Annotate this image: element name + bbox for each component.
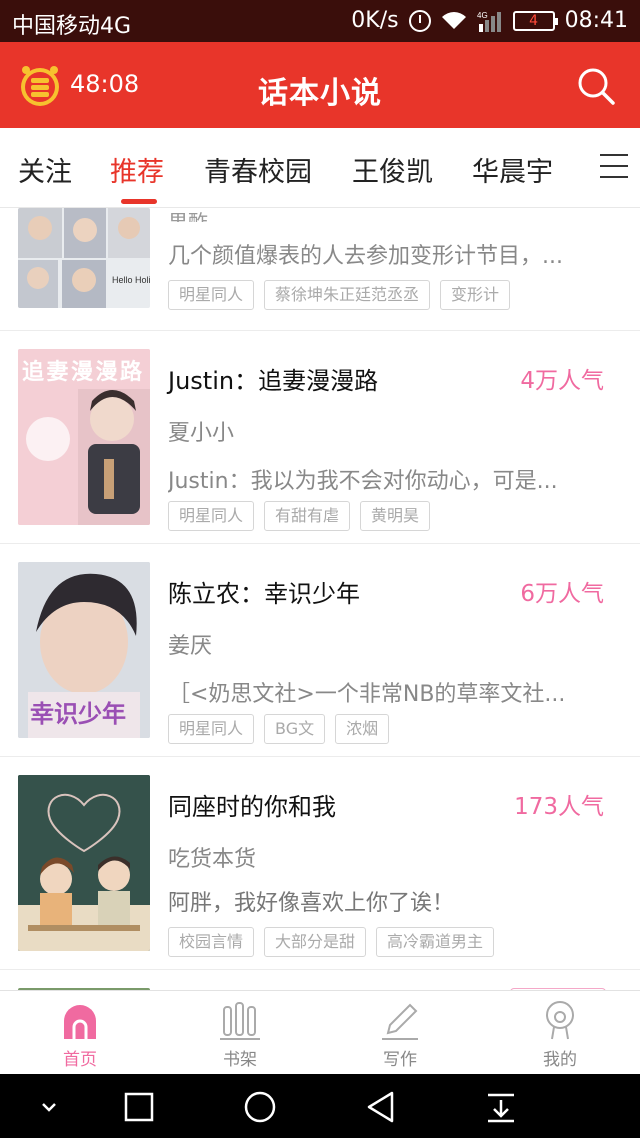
system-nav-bar xyxy=(0,1074,640,1138)
book-tag[interactable]: 大部分是甜 xyxy=(264,927,367,957)
nav-profile-label: 我的 xyxy=(543,1050,577,1070)
book-description: 几个颜值爆表的人去参加变形计节目，... xyxy=(168,244,563,269)
alarm-icon xyxy=(408,9,431,32)
chevron-down-icon[interactable] xyxy=(32,1090,66,1124)
book-cover: 追妻漫漫路 xyxy=(18,349,150,525)
notification-pulldown-icon[interactable] xyxy=(484,1090,518,1124)
book-tag[interactable]: 蔡徐坤朱正廷范丞丞 xyxy=(264,280,431,310)
book-title: 陈立农：幸识少年 xyxy=(168,580,360,608)
page-title: 话本小说 xyxy=(258,76,382,111)
bookshelf-icon xyxy=(220,1002,260,1040)
book-tag[interactable]: 明星同人 xyxy=(168,501,255,531)
app-header: 48:08 话本小说 xyxy=(0,42,640,128)
profile-icon xyxy=(546,1001,574,1040)
list-item[interactable]: 追妻漫漫路 Justin：追妻漫漫路 4万人气 夏小小 Justin：我以为我不… xyxy=(0,331,640,544)
book-description: ［<奶思文社>一个非常NB的草率文社... xyxy=(168,682,566,707)
book-title: 同座时的你和我 xyxy=(168,793,336,821)
book-author: 姜厌 xyxy=(168,634,213,659)
book-tag[interactable]: 变形计 xyxy=(440,280,511,310)
list-item[interactable]: 幸识少年 陈立农：幸识少年 6万人气 姜厌 ［<奶思文社>一个非常NB的草率文社… xyxy=(0,544,640,757)
book-tag[interactable]: 黄明昊 xyxy=(360,501,431,531)
nav-home-label: 首页 xyxy=(63,1050,97,1070)
nav-profile[interactable]: 我的 xyxy=(500,999,620,1070)
pencil-icon xyxy=(382,1003,418,1040)
book-tag[interactable]: 高冷霸道男主 xyxy=(376,927,495,957)
tab-hua-chenyu[interactable]: 华晨宇 xyxy=(472,150,553,189)
cover-text: Hello Holiday! xyxy=(112,275,150,285)
book-tags: 明星同人 有甜有虐 黄明昊 xyxy=(168,501,431,531)
app-root: 中国移动4G 0K/s 4G 4 08:41 48:08 话本小说 关注 推荐 … xyxy=(0,0,640,1138)
tab-follow[interactable]: 关注 xyxy=(18,150,72,189)
book-description: 阿胖，我好像喜欢上你了诶！ xyxy=(168,891,455,916)
book-tag[interactable]: 浓烟 xyxy=(335,714,390,744)
cover-text: 追妻漫漫路 xyxy=(22,359,143,385)
book-list[interactable]: Hello Holiday! 果酢 几个颜值爆表的人去参加变形计节目，... 明… xyxy=(0,208,640,990)
list-item[interactable] xyxy=(0,970,640,990)
list-item[interactable]: 同座时的你和我 173人气 吃货本货 阿胖，我好像喜欢上你了诶！ 校园言情 大部… xyxy=(0,757,640,970)
book-tag[interactable]: 明星同人 xyxy=(168,280,255,310)
list-item[interactable]: Hello Holiday! 果酢 几个颜值爆表的人去参加变形计节目，... 明… xyxy=(0,208,640,331)
tab-recommend[interactable]: 推荐 xyxy=(110,150,164,189)
back-icon[interactable] xyxy=(364,1090,398,1124)
battery-icon: 4 xyxy=(512,10,558,31)
category-tabs: 关注 推荐 青春校园 王俊凯 华晨宇 xyxy=(0,128,640,208)
book-author: 夏小小 xyxy=(168,421,235,446)
menu-icon[interactable] xyxy=(600,154,628,182)
book-description: Justin：我以为我不会对你动心，可是... xyxy=(168,469,558,494)
nav-bookshelf-label: 书架 xyxy=(223,1050,257,1070)
tab-wang-junkai[interactable]: 王俊凯 xyxy=(352,150,433,189)
tab-campus[interactable]: 青春校园 xyxy=(204,150,312,189)
search-icon[interactable] xyxy=(576,66,616,106)
nav-write[interactable]: 写作 xyxy=(340,999,460,1070)
home-icon xyxy=(64,1005,96,1039)
book-popularity: 4万人气 xyxy=(520,368,604,394)
wifi-icon xyxy=(441,11,466,29)
cover-text: 幸识少年 xyxy=(30,700,126,728)
signal-icon: 4G xyxy=(477,11,501,32)
nav-write-label: 写作 xyxy=(383,1050,417,1070)
book-tags: 校园言情 大部分是甜 高冷霸道男主 xyxy=(168,927,495,957)
carrier-label: 中国移动4G xyxy=(12,14,132,39)
book-popularity: 6万人气 xyxy=(520,581,604,607)
svg-text:4G: 4G xyxy=(477,11,488,20)
book-cover: Hello Holiday! xyxy=(18,208,150,308)
book-tag[interactable]: 明星同人 xyxy=(168,714,255,744)
book-cover: 幸识少年 xyxy=(18,562,150,738)
book-cover xyxy=(18,775,150,951)
clock: 08:41 xyxy=(564,8,628,33)
book-popularity: 173人气 xyxy=(514,794,604,820)
network-speed: 0K/s xyxy=(351,8,399,33)
book-tag[interactable]: 校园言情 xyxy=(168,927,255,957)
book-tag[interactable]: 有甜有虐 xyxy=(264,501,351,531)
status-icons: 0K/s 4G 4 08:41 xyxy=(351,8,628,33)
book-title: Justin：追妻漫漫路 xyxy=(168,367,379,395)
book-tag[interactable]: BG文 xyxy=(264,714,326,744)
home-button-icon[interactable] xyxy=(243,1090,277,1124)
nav-home[interactable]: 首页 xyxy=(20,999,140,1070)
status-bar: 中国移动4G 0K/s 4G 4 08:41 xyxy=(0,0,640,42)
book-tags: 明星同人 BG文 浓烟 xyxy=(168,714,390,744)
book-author: 果酢 xyxy=(168,210,208,222)
book-tags: 明星同人 蔡徐坤朱正廷范丞丞 变形计 xyxy=(168,280,511,310)
active-tab-indicator xyxy=(121,199,157,204)
recent-apps-icon[interactable] xyxy=(122,1090,156,1124)
book-author: 吃货本货 xyxy=(168,847,257,872)
nav-bookshelf[interactable]: 书架 xyxy=(180,999,300,1070)
bottom-nav: 首页 书架 写作 我的 xyxy=(0,990,640,1074)
